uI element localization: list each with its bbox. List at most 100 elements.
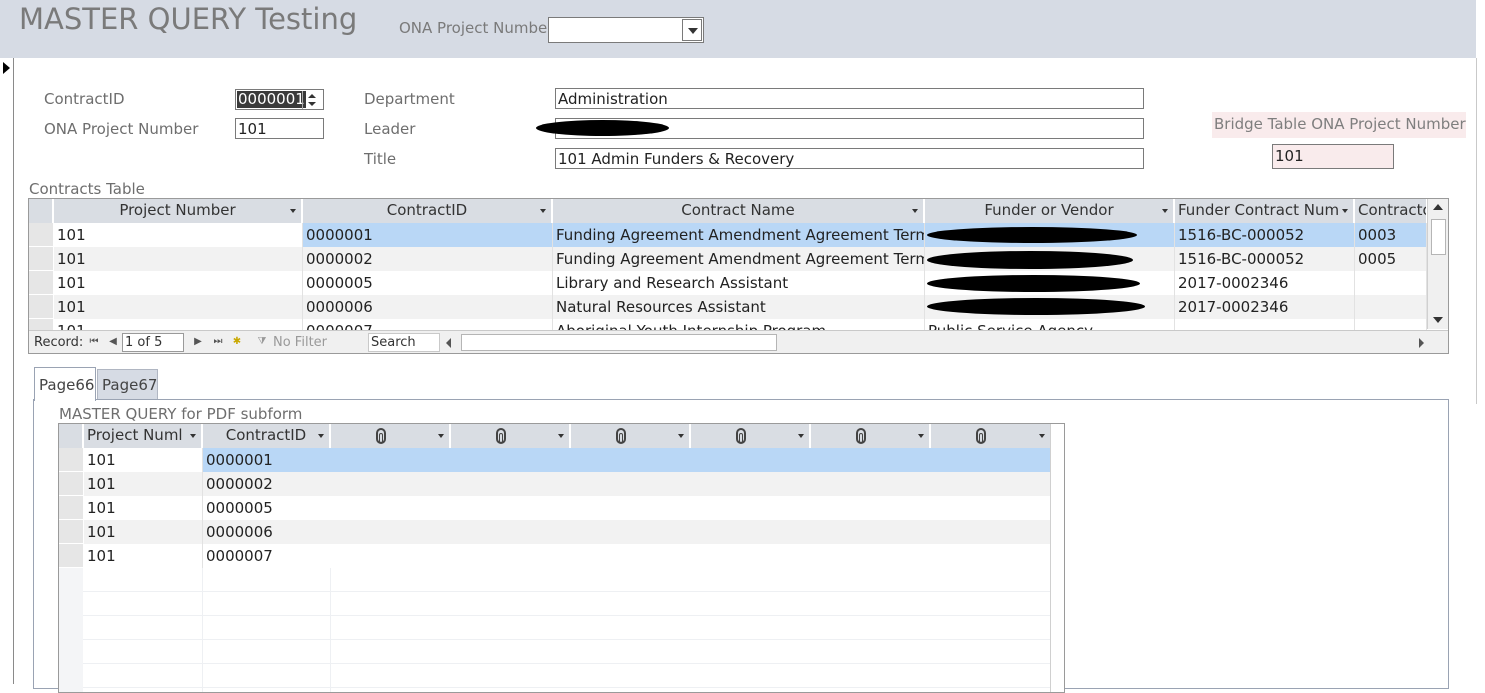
- sort-arrow-icon[interactable]: [1162, 209, 1168, 213]
- table-cell[interactable]: 0000002: [303, 247, 553, 271]
- scroll-right-icon[interactable]: [1419, 338, 1424, 348]
- table-cell[interactable]: 0000006: [303, 295, 553, 319]
- table-cell[interactable]: 0000006: [203, 520, 1051, 544]
- sort-arrow-icon[interactable]: [678, 434, 684, 438]
- tab-page67[interactable]: Page67: [97, 369, 158, 399]
- column-divider: [330, 568, 331, 692]
- department-field[interactable]: Administration: [555, 88, 1144, 109]
- bridge-table-field[interactable]: 101: [1272, 144, 1394, 169]
- table-cell[interactable]: 0000005: [303, 271, 553, 295]
- column-header-contract-name[interactable]: Contract Name: [553, 199, 924, 223]
- contracts-vertical-scrollbar[interactable]: [1427, 199, 1448, 329]
- contracts-horizontal-scrollbar[interactable]: [443, 334, 1428, 351]
- table-cell[interactable]: 101: [54, 247, 303, 271]
- row-selector[interactable]: [59, 496, 83, 520]
- spinner-icon[interactable]: [302, 91, 322, 109]
- table-cell[interactable]: [1355, 295, 1427, 319]
- sort-arrow-icon[interactable]: [1342, 209, 1348, 213]
- table-cell[interactable]: 101: [84, 520, 203, 544]
- table-cell[interactable]: 1516-BC-000052: [1175, 247, 1355, 271]
- sort-arrow-icon[interactable]: [1039, 434, 1045, 438]
- table-cell[interactable]: 0000007: [203, 544, 1051, 568]
- table-cell[interactable]: 0000002: [203, 472, 1051, 496]
- table-cell[interactable]: 101: [84, 544, 203, 568]
- attachment-column-header[interactable]: [571, 424, 690, 448]
- table-cell[interactable]: 0003: [1355, 223, 1427, 247]
- sort-arrow-icon[interactable]: [290, 209, 296, 213]
- column-header-contractor[interactable]: Contracto: [1355, 199, 1427, 223]
- record-first-icon[interactable]: ⏮: [88, 336, 100, 348]
- table-cell[interactable]: Library and Research Assistant: [553, 271, 925, 295]
- scroll-thumb[interactable]: [461, 334, 777, 351]
- row-selector[interactable]: [29, 295, 53, 319]
- attachment-column-header[interactable]: [451, 424, 570, 448]
- record-prev-icon[interactable]: ◀: [107, 336, 119, 348]
- table-cell[interactable]: 2017-0002346: [1175, 271, 1355, 295]
- table-cell[interactable]: 0005: [1355, 247, 1427, 271]
- column-header-project-number[interactable]: Project Number: [54, 199, 302, 223]
- table-cell[interactable]: Funding Agreement Amendment Agreement Te…: [553, 247, 925, 271]
- row-selector[interactable]: [29, 271, 53, 295]
- table-cell[interactable]: 101: [54, 271, 303, 295]
- row-selector[interactable]: [59, 520, 83, 544]
- search-input[interactable]: Search: [368, 333, 440, 352]
- table-cell[interactable]: 101: [84, 496, 203, 520]
- column-header-contract-id[interactable]: ContractID: [203, 424, 330, 448]
- attachment-column-header[interactable]: [691, 424, 810, 448]
- table-cell[interactable]: Funding Agreement Amendment Agreement Te…: [553, 223, 925, 247]
- record-new-icon[interactable]: ✱: [231, 336, 243, 348]
- attachment-column-header[interactable]: [931, 424, 1051, 448]
- scroll-thumb[interactable]: [1431, 219, 1446, 255]
- row-selector[interactable]: [59, 472, 83, 496]
- column-header-funder-vendor[interactable]: Funder or Vendor: [925, 199, 1174, 223]
- table-cell[interactable]: 2017-0002346: [1175, 295, 1355, 319]
- row-selector[interactable]: [29, 247, 53, 271]
- scroll-down-icon[interactable]: [1433, 317, 1443, 323]
- table-cell[interactable]: 0000001: [203, 448, 1051, 472]
- table-cell[interactable]: 0000005: [203, 496, 1051, 520]
- table-cell[interactable]: 1516-BC-000052: [1175, 223, 1355, 247]
- row-selector[interactable]: [59, 544, 83, 568]
- scroll-left-icon[interactable]: [446, 338, 451, 348]
- table-cell[interactable]: 101: [54, 223, 303, 247]
- table-cell[interactable]: [1355, 271, 1427, 295]
- record-next-icon[interactable]: ▶: [192, 336, 204, 348]
- sort-arrow-icon[interactable]: [318, 434, 324, 438]
- attachment-column-header[interactable]: [331, 424, 450, 448]
- row-selector[interactable]: [59, 448, 83, 472]
- table-cell[interactable]: 101: [84, 472, 203, 496]
- attachment-column-header[interactable]: [811, 424, 930, 448]
- dropdown-arrow-icon[interactable]: [682, 19, 702, 41]
- column-header-funder-contract-num[interactable]: Funder Contract Num: [1175, 199, 1354, 223]
- tab-page66[interactable]: Page66: [34, 367, 96, 401]
- filter-icon[interactable]: ⧩: [256, 336, 268, 348]
- table-cell[interactable]: 101: [84, 448, 203, 472]
- scroll-up-icon[interactable]: [1433, 204, 1443, 210]
- row-selector[interactable]: [29, 223, 53, 247]
- subform-grid[interactable]: Project Numl ContractID 101 0000001 101 …: [58, 423, 1065, 693]
- contract-id-field[interactable]: 0000001: [235, 89, 324, 110]
- table-cell[interactable]: 0000001: [303, 223, 553, 247]
- record-selector-strip[interactable]: [0, 58, 14, 684]
- form-vertical-scrollbar[interactable]: [1476, 58, 1485, 404]
- sort-arrow-icon[interactable]: [912, 209, 918, 213]
- ona-project-field[interactable]: 101: [235, 118, 324, 139]
- no-filter-button[interactable]: No Filter: [273, 335, 327, 350]
- sort-arrow-icon[interactable]: [438, 434, 444, 438]
- sort-arrow-icon[interactable]: [558, 434, 564, 438]
- sort-arrow-icon[interactable]: [190, 434, 196, 438]
- contracts-table-grid[interactable]: Project Number ContractID Contract Name …: [28, 198, 1449, 354]
- table-cell[interactable]: 101: [54, 295, 303, 319]
- record-last-icon[interactable]: ⏭: [212, 336, 224, 348]
- select-all-corner[interactable]: [59, 424, 83, 448]
- header-ona-combobox[interactable]: [548, 17, 704, 43]
- column-header-contract-id[interactable]: ContractID: [303, 199, 552, 223]
- select-all-corner[interactable]: [29, 199, 53, 223]
- column-header-project-number[interactable]: Project Numl: [84, 424, 202, 448]
- sort-arrow-icon[interactable]: [918, 434, 924, 438]
- title-field[interactable]: 101 Admin Funders & Recovery: [555, 148, 1144, 169]
- sort-arrow-icon[interactable]: [540, 209, 546, 213]
- sort-arrow-icon[interactable]: [798, 434, 804, 438]
- record-position-input[interactable]: 1 of 5: [122, 333, 184, 352]
- table-cell[interactable]: Natural Resources Assistant: [553, 295, 925, 319]
